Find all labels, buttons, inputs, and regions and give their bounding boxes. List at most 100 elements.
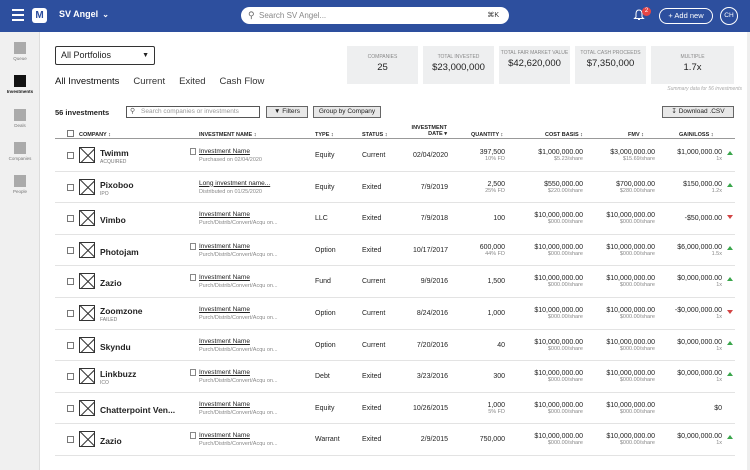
investment-name-link[interactable]: Investment Name	[199, 306, 250, 313]
select-all-checkbox[interactable]	[67, 130, 74, 137]
column-investment-name[interactable]: INVESTMENT NAME ↕	[199, 132, 256, 138]
row-checkbox[interactable]	[67, 246, 74, 254]
company-name[interactable]: Pixoboo	[100, 180, 134, 190]
sidebar-item-deals[interactable]: Deals	[0, 109, 40, 128]
investment-type: Option	[315, 310, 336, 317]
note-icon[interactable]	[190, 432, 196, 440]
fmv-per-share: $000.00/share	[619, 250, 655, 257]
tab-all-investments[interactable]: All Investments	[55, 76, 119, 87]
company-name[interactable]: Chatterpoint Ven...	[100, 405, 175, 415]
summary-value: 1.7x	[683, 62, 702, 73]
cost-basis-cell: $10,000,000.00 $000.00/share	[518, 212, 583, 225]
investment-name-link[interactable]: Investment Name	[199, 274, 250, 281]
quantity-cell: 40	[475, 342, 505, 349]
table-row[interactable]: Zazio Investment Name Purch/Distrib/Conver…	[55, 424, 735, 456]
table-row[interactable]: Twimm ACQUIRED Investment Name Purchased on…	[55, 140, 735, 172]
portfolio-select[interactable]: All Portfolios ▼	[55, 46, 155, 65]
investment-date: 7/9/2019	[420, 183, 448, 191]
investment-subtext: Purch/Distrib/Convert/Acqu on...	[199, 441, 278, 448]
investment-name-link[interactable]: Investment Name	[199, 243, 250, 250]
table-header: COMPANY ↕ INVESTMENT NAME ↕ TYPE ↕ STATU…	[55, 123, 735, 139]
menu-icon[interactable]	[12, 9, 24, 21]
tab-current[interactable]: Current	[133, 76, 165, 87]
cost-per-share: $000.00/share	[547, 314, 583, 320]
add-new-button[interactable]: + Add new	[659, 8, 713, 24]
fmv-cell: $10,000,000.00 $000.00/share	[590, 307, 655, 320]
summary-title: TOTAL FAIR MARKET VALUE	[500, 50, 569, 56]
column-type[interactable]: TYPE ↕	[315, 132, 334, 138]
filters-button[interactable]: ▼ Filters	[266, 106, 308, 118]
row-checkbox[interactable]	[67, 310, 74, 317]
row-checkbox[interactable]	[67, 373, 74, 381]
org-switcher[interactable]: SV Angel ⌄	[59, 9, 109, 19]
company-name[interactable]: Linkbuzz	[100, 369, 136, 379]
investment-name-link[interactable]: Investment Name	[199, 401, 250, 408]
table-row[interactable]: Skyndu Investment Name Purch/Distrib/Conve…	[55, 330, 735, 362]
sidebar-item-investments[interactable]: Investments	[0, 75, 40, 94]
column-gain-loss[interactable]: GAIN/LOSS ↕	[679, 132, 714, 138]
quantity: 1,500	[487, 278, 505, 286]
table-row[interactable]: Pixoboo IPO Long investment name... Distrib…	[55, 172, 735, 204]
download-csv-button[interactable]: ↧ Download .CSV	[662, 106, 734, 118]
gain-loss: $0,000,000.00	[677, 370, 722, 378]
investment-name-link[interactable]: Long investment name...	[199, 180, 270, 187]
sidebar-item-queue[interactable]: Queue	[0, 42, 40, 61]
column-cost-basis[interactable]: COST BASIS ↕	[545, 132, 583, 138]
app-logo[interactable]: M	[32, 8, 47, 23]
sidebar-item-people[interactable]: People	[0, 175, 40, 194]
gain-loss-cell: $0	[660, 405, 722, 412]
company-name[interactable]: Zoomzone	[100, 306, 143, 316]
row-checkbox[interactable]	[67, 183, 74, 191]
gain-loss: $0	[714, 404, 722, 412]
investment-name-link[interactable]: Investment Name	[199, 432, 250, 439]
company-name[interactable]: Zazio	[100, 278, 122, 288]
note-icon[interactable]	[190, 242, 196, 250]
table-row[interactable]: Photojam Investment Name Purch/Distrib/Con…	[55, 235, 735, 267]
global-search-input[interactable]: ⚲ Search SV Angel... ⌘K	[241, 7, 509, 24]
column-company[interactable]: COMPANY ↕	[79, 132, 111, 138]
summary-value: $23,000,000	[432, 62, 485, 73]
note-icon[interactable]	[190, 274, 196, 282]
company-name[interactable]: Zazio	[100, 436, 122, 446]
tab-exited[interactable]: Exited	[179, 76, 205, 87]
row-checkbox[interactable]	[67, 278, 74, 286]
tab-cash-flow[interactable]: Cash Flow	[220, 76, 265, 87]
row-checkbox[interactable]	[67, 436, 74, 444]
row-checkbox[interactable]	[67, 404, 74, 412]
arrow-up-icon	[727, 435, 733, 440]
note-icon[interactable]	[190, 369, 196, 377]
investment-type: Equity	[315, 183, 335, 191]
company-name[interactable]: Twimm	[100, 148, 129, 158]
gain-multiple: 1x	[716, 156, 722, 162]
company-name[interactable]: Skyndu	[100, 342, 131, 352]
gain-loss: $0,000,000.00	[677, 338, 722, 346]
group-by-company-button[interactable]: Group by Company	[313, 106, 381, 118]
column-quantity[interactable]: QUANTITY ↕	[471, 132, 503, 138]
investment-name-link[interactable]: Investment Name	[199, 369, 250, 376]
table-row[interactable]: Linkbuzz ICO Investment Name Purch/Distrib/…	[55, 361, 735, 393]
row-checkbox[interactable]	[67, 341, 74, 349]
table-row[interactable]: Zazio Investment Name Purch/Distrib/Conver…	[55, 266, 735, 298]
sidebar-item-companies[interactable]: Companies	[0, 142, 40, 161]
table-row[interactable]: Chatterpoint Ven... Investment Name Purch/…	[55, 393, 735, 425]
column-status[interactable]: STATUS ↕	[362, 132, 387, 138]
company-name[interactable]: Vimbo	[100, 215, 126, 225]
investment-name-link[interactable]: Investment Name	[199, 211, 250, 218]
row-checkbox[interactable]	[67, 152, 74, 159]
company-name[interactable]: Photojam	[100, 247, 139, 257]
column-investment-date[interactable]: INVESTMENT DATE ▾	[407, 125, 447, 137]
quantity: 1,000	[487, 310, 505, 317]
column-fmv[interactable]: FMV ↕	[628, 132, 644, 138]
table-row[interactable]: Zoomzone FAILED Investment Name Purch/Distr…	[55, 298, 735, 330]
investment-name-link[interactable]: Investment Name	[199, 148, 250, 155]
investment-status: Exited	[362, 436, 382, 444]
investment-name-link[interactable]: Investment Name	[199, 338, 250, 345]
company-logo-placeholder	[79, 210, 95, 227]
summary-note: Summary data for 56 investments	[667, 86, 742, 92]
row-checkbox[interactable]	[67, 215, 74, 223]
cost-basis: $10,000,000.00	[534, 243, 583, 251]
table-row[interactable]: Vimbo Investment Name Purch/Distrib/Conver…	[55, 203, 735, 235]
table-search-input[interactable]: ⚲ Search companies or investments	[126, 106, 260, 118]
note-icon[interactable]	[190, 148, 196, 155]
avatar[interactable]: CH	[720, 7, 738, 25]
